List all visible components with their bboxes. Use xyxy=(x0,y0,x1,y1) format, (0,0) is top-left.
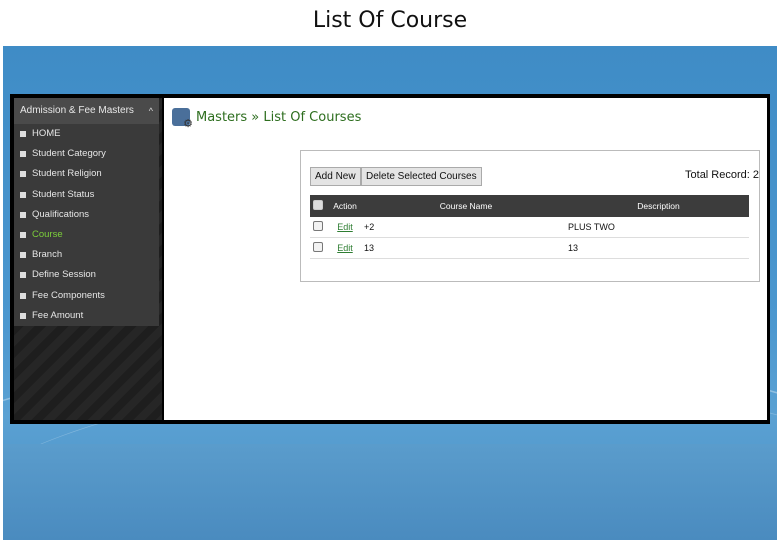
sidebar-item-label: Define Session xyxy=(32,269,96,281)
bullet-icon xyxy=(20,252,26,259)
row-select-cell xyxy=(310,221,326,233)
bullet-icon xyxy=(20,191,26,198)
sidebar-item-student-category[interactable]: Student Category xyxy=(14,144,159,164)
bullet-icon xyxy=(20,151,26,158)
total-records: Total Record: 2 xyxy=(685,169,759,181)
header-course-name: Course Name xyxy=(439,201,493,211)
table-row: Edit 13 13 xyxy=(310,238,749,259)
sidebar-item-label: HOME xyxy=(32,128,61,139)
sidebar-item-branch[interactable]: Branch xyxy=(14,245,159,265)
sidebar-item-label: Fee Amount xyxy=(32,309,84,321)
sidebar-item-student-religion[interactable]: Student Religion xyxy=(14,164,159,184)
sidebar-header-label: Admission & Fee Masters xyxy=(20,105,134,116)
bullet-icon xyxy=(20,312,26,319)
header-select-cell xyxy=(310,200,326,212)
slide-title: List Of Course xyxy=(312,8,468,33)
select-all-checkbox[interactable] xyxy=(313,200,323,210)
sidebar-item-label: Student Status xyxy=(32,188,95,200)
edit-link[interactable]: Edit xyxy=(337,243,353,253)
sidebar-item-home[interactable]: HOME xyxy=(14,124,159,144)
sidebar-header[interactable]: Admission & Fee Masters ^ xyxy=(14,98,159,124)
settings-gear-icon xyxy=(172,108,193,130)
sidebar-item-label: Branch xyxy=(32,249,63,261)
bullet-icon xyxy=(20,131,26,138)
add-new-button[interactable]: Add New xyxy=(310,167,361,186)
sidebar-item-student-status[interactable]: Student Status xyxy=(14,185,159,205)
header-description: Description xyxy=(637,201,680,211)
sidebar-item-label: Course xyxy=(32,228,63,240)
description-cell: 13 xyxy=(568,243,579,253)
bullet-icon xyxy=(20,232,26,239)
delete-selected-courses-button[interactable]: Delete Selected Courses xyxy=(361,167,482,186)
chevron-up-icon[interactable]: ^ xyxy=(149,98,153,124)
bullet-icon xyxy=(20,272,26,279)
sidebar-item-define-session[interactable]: Define Session xyxy=(14,265,159,285)
page-heading: Masters » List Of Courses xyxy=(172,108,362,130)
courses-panel: Add New Delete Selected Courses Total Re… xyxy=(300,150,760,282)
description-cell: PLUS TWO xyxy=(568,222,615,232)
bullet-icon xyxy=(20,211,26,218)
bullet-icon xyxy=(20,292,26,299)
row-select-cell xyxy=(310,242,326,254)
courses-table: Action Course Name Description Edit +2 P… xyxy=(310,195,749,259)
edit-link[interactable]: Edit xyxy=(337,222,353,232)
sidebar-item-course[interactable]: Course xyxy=(14,225,159,245)
header-action: Action xyxy=(333,201,357,211)
action-cell: Edit xyxy=(326,222,364,232)
slide-bottom-band xyxy=(3,444,777,540)
sidebar-item-label: Qualifications xyxy=(32,208,90,220)
sidebar-item-label: Student Religion xyxy=(32,168,102,180)
sidebar-item-fee-amount[interactable]: Fee Amount xyxy=(14,306,159,326)
sidebar-item-label: Student Category xyxy=(32,148,106,160)
course-name-cell: +2 xyxy=(364,222,375,232)
table-row: Edit +2 PLUS TWO xyxy=(310,217,749,238)
table-header-row: Action Course Name Description xyxy=(310,195,749,217)
main-content: Masters » List Of Courses Add New Delete… xyxy=(164,98,767,420)
row-checkbox[interactable] xyxy=(313,221,323,231)
course-name-cell: 13 xyxy=(364,243,375,253)
sidebar-item-fee-components[interactable]: Fee Components xyxy=(14,286,159,306)
sidebar-item-label: Fee Components xyxy=(32,289,105,301)
action-cell: Edit xyxy=(326,243,364,253)
page-title: Masters » List Of Courses xyxy=(196,109,362,125)
sidebar-item-qualifications[interactable]: Qualifications xyxy=(14,205,159,225)
sidebar-menu: Admission & Fee Masters ^ HOME Student C… xyxy=(14,98,159,326)
row-checkbox[interactable] xyxy=(313,242,323,252)
bullet-icon xyxy=(20,171,26,178)
